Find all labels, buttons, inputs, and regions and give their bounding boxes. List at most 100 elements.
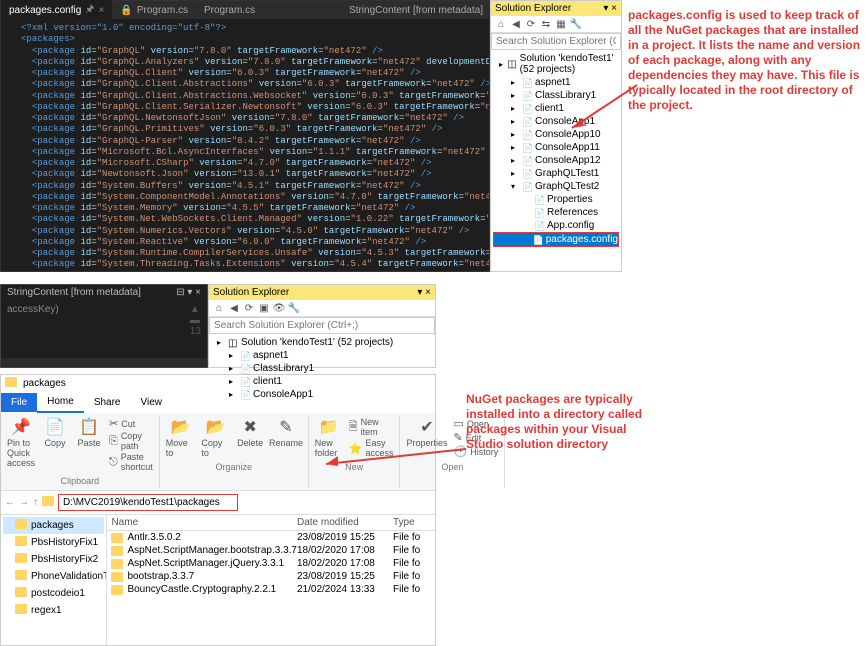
file-row[interactable]: AspNet.ScriptManager.jQuery.3.3.118/02/2…	[107, 557, 435, 570]
file-row[interactable]: AspNet.ScriptManager.bootstrap.3.3.718/0…	[107, 544, 435, 557]
copy-button[interactable]: 📄Copy	[41, 417, 69, 448]
home-icon[interactable]: ⌂	[495, 18, 507, 30]
home-icon[interactable]: ⌂	[213, 302, 225, 314]
tab-packages-config[interactable]: packages.config 🖈 ×	[1, 0, 112, 21]
tree-node[interactable]: ▸GraphQLTest1	[493, 167, 619, 180]
scroll-marker: ▲▬13	[190, 304, 201, 337]
folder-icon	[5, 377, 17, 390]
tree-node[interactable]: ▸aspnet1	[211, 349, 433, 362]
solution-node[interactable]: ▸Solution 'kendoTest1' (52 projects)	[211, 336, 433, 349]
tab-label: Program.cs	[204, 5, 255, 16]
annotation-packages-folder: NuGet packages are typically installed i…	[436, 374, 656, 646]
delete-icon: ✖	[243, 417, 256, 437]
tree-node[interactable]: ▸ConsoleApp1	[211, 388, 433, 401]
tab-share[interactable]: Share	[84, 393, 131, 412]
file-row[interactable]: Antlr.3.5.0.223/08/2019 15:25File fo	[107, 531, 435, 544]
search-input[interactable]	[491, 33, 621, 50]
folder-icon	[42, 496, 54, 509]
panel-title: Solution Explorer ▾ ×	[491, 1, 621, 16]
tab-file[interactable]: File	[1, 393, 37, 412]
back-icon[interactable]: ◀	[228, 302, 240, 314]
mini-tab-controls[interactable]: ⊟ ▾ ×	[176, 287, 201, 298]
file-list[interactable]: Name Date modified Type Antlr.3.5.0.223/…	[107, 515, 435, 645]
solution-tree: ▸Solution 'kendoTest1' (52 projects)▸asp…	[209, 334, 435, 403]
back-icon[interactable]: ◀	[510, 18, 522, 30]
copyto-icon: 📂	[206, 417, 226, 437]
paste-icon: 📋	[79, 417, 99, 437]
move-icon: 📂	[171, 417, 191, 437]
close-icon[interactable]: ×	[99, 5, 105, 16]
solution-toolbar[interactable]: ⌂ ◀ ⟳ ⇆ ▦ 🔧	[491, 16, 621, 33]
panel-title-text: Solution Explorer	[495, 3, 571, 14]
refresh-icon[interactable]: ⟳	[243, 302, 255, 314]
folder-node[interactable]: PbsHistoryFix2	[3, 551, 104, 568]
folder-node[interactable]: regex1	[3, 602, 104, 619]
tab-program-cs-1[interactable]: 🔒 Program.cs	[112, 3, 196, 18]
code-snippet: accessKey)	[7, 304, 59, 315]
file-row[interactable]: BouncyCastle.Cryptography.2.2.121/02/202…	[107, 583, 435, 596]
paste-button[interactable]: 📋Paste	[75, 417, 103, 448]
tree-node[interactable]: ▸ConsoleApp12	[493, 154, 619, 167]
move-to-button[interactable]: 📂Move to	[166, 417, 196, 458]
show-icon[interactable]: 👁	[273, 302, 285, 314]
pin-icon[interactable]: 🖈	[85, 2, 94, 19]
panel-title-text: Solution Explorer	[213, 287, 289, 298]
panel-controls[interactable]: ▾ ×	[603, 3, 617, 14]
new-item-button[interactable]: 🗎New item	[349, 417, 394, 437]
col-date[interactable]: Date modified	[297, 517, 393, 528]
tab-home[interactable]: Home	[37, 392, 84, 413]
code-content[interactable]: <?xml version="1.0" encoding="utf-8"?><p…	[1, 19, 489, 271]
tree-node[interactable]: Properties	[493, 193, 619, 206]
cut-button[interactable]: ✂Cut	[109, 417, 153, 430]
col-type[interactable]: Type	[393, 517, 435, 528]
pin-quick-access-button[interactable]: 📌Pin to Quick access	[7, 417, 35, 468]
tree-node[interactable]: packages.config	[493, 232, 619, 247]
solution-node[interactable]: ▸Solution 'kendoTest1' (52 projects)	[493, 52, 619, 76]
tab-program-cs-2[interactable]: Program.cs	[196, 3, 263, 18]
wrench-icon[interactable]: 🔧	[288, 302, 300, 314]
code-editor: packages.config 🖈 × 🔒 Program.cs Program…	[0, 0, 490, 272]
delete-button[interactable]: ✖Delete	[236, 417, 264, 448]
tree-node[interactable]: ▸ConsoleApp11	[493, 141, 619, 154]
show-all-icon[interactable]: ▦	[555, 18, 567, 30]
folder-tree[interactable]: packagesPbsHistoryFix1PbsHistoryFix2Phon…	[1, 515, 107, 645]
copy-path-button[interactable]: ⎘Copy path	[109, 431, 153, 451]
copy-to-button[interactable]: 📂Copy to	[201, 417, 230, 458]
copy-icon: 📄	[45, 417, 65, 437]
collapse-icon[interactable]: ▣	[258, 302, 270, 314]
file-row[interactable]: bootstrap.3.3.723/08/2019 15:25File fo	[107, 570, 435, 583]
back-icon[interactable]: ←	[5, 497, 15, 508]
cut-icon: ✂	[109, 417, 118, 430]
properties-icon[interactable]: 🔧	[570, 18, 582, 30]
tab-view[interactable]: View	[131, 393, 173, 412]
tree-node[interactable]: References	[493, 206, 619, 219]
folder-node[interactable]: PbsHistoryFix1	[3, 534, 104, 551]
col-name[interactable]: Name	[107, 517, 297, 528]
tree-node[interactable]: ▸ClassLibrary1	[211, 362, 433, 375]
panel-controls[interactable]: ▾ ×	[417, 287, 431, 298]
sync-icon[interactable]: ⇆	[540, 18, 552, 30]
mini-editor-tab[interactable]: StringContent [from metadata] ⊟ ▾ ×	[1, 285, 207, 300]
rename-button[interactable]: ✎Rename	[270, 417, 302, 448]
annotation-packages-config: packages.config is used to keep track of…	[622, 0, 867, 272]
tab-metadata: StringContent [from metadata]	[349, 5, 483, 16]
window-title: packages	[23, 378, 66, 389]
solution-toolbar[interactable]: ⌂ ◀ ⟳ ▣ 👁 🔧	[209, 300, 435, 317]
up-icon[interactable]: ↑	[33, 497, 38, 508]
forward-icon[interactable]: →	[19, 497, 29, 508]
panel-title: Solution Explorer ▾ ×	[209, 285, 435, 300]
folder-node[interactable]: packages	[3, 517, 104, 534]
newfolder-icon: 📁	[319, 417, 339, 437]
annotation-text: packages.config is used to keep track of…	[628, 8, 860, 112]
paste-shortcut-button[interactable]: ⎋Paste shortcut	[109, 452, 153, 472]
tree-node[interactable]: App.config	[493, 219, 619, 232]
folder-node[interactable]: PhoneValidationTest	[3, 568, 104, 585]
folder-node[interactable]: postcodeio1	[3, 585, 104, 602]
address-input[interactable]	[58, 494, 238, 511]
path-icon: ⎘	[109, 435, 118, 448]
refresh-icon[interactable]: ⟳	[525, 18, 537, 30]
tree-node[interactable]: ▸client1	[211, 375, 433, 388]
tree-node[interactable]: ▾GraphQLTest2	[493, 180, 619, 193]
column-headers[interactable]: Name Date modified Type	[107, 515, 435, 531]
search-input[interactable]	[209, 317, 435, 334]
